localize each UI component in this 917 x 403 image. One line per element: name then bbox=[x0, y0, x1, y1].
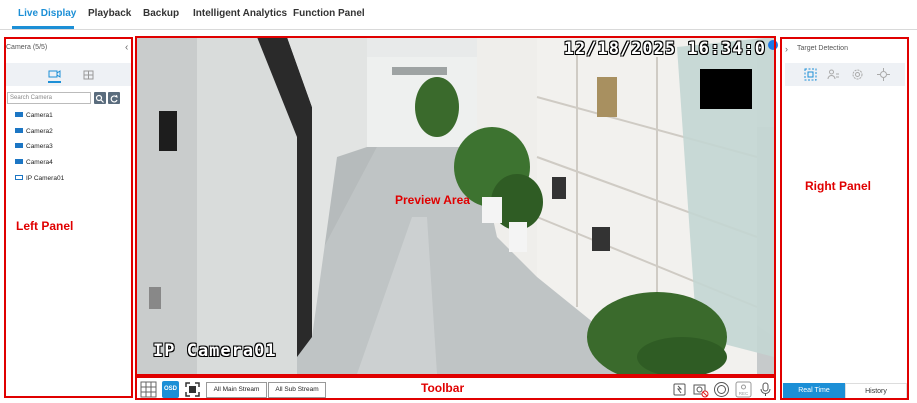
top-navigation: Live Display Playback Backup Intelligent… bbox=[0, 0, 917, 30]
left-panel-outline bbox=[4, 37, 133, 398]
tab-playback[interactable]: Playback bbox=[88, 8, 131, 19]
preview-area-annotation: Preview Area bbox=[395, 193, 470, 207]
tab-backup[interactable]: Backup bbox=[143, 8, 179, 19]
active-tab-indicator bbox=[12, 26, 74, 29]
tab-intelligent-analytics[interactable]: Intelligent Analytics bbox=[193, 8, 287, 19]
toolbar-annotation: Toolbar bbox=[421, 381, 465, 395]
right-panel-annotation: Right Panel bbox=[805, 179, 872, 193]
right-panel-outline bbox=[780, 37, 909, 400]
left-panel-annotation: Left Panel bbox=[16, 219, 74, 233]
app-window: { "nav": { "tabs": [ {"label": "Live Dis… bbox=[0, 0, 917, 403]
tab-function-panel[interactable]: Function Panel bbox=[293, 8, 365, 19]
tab-live-display[interactable]: Live Display bbox=[18, 8, 76, 19]
